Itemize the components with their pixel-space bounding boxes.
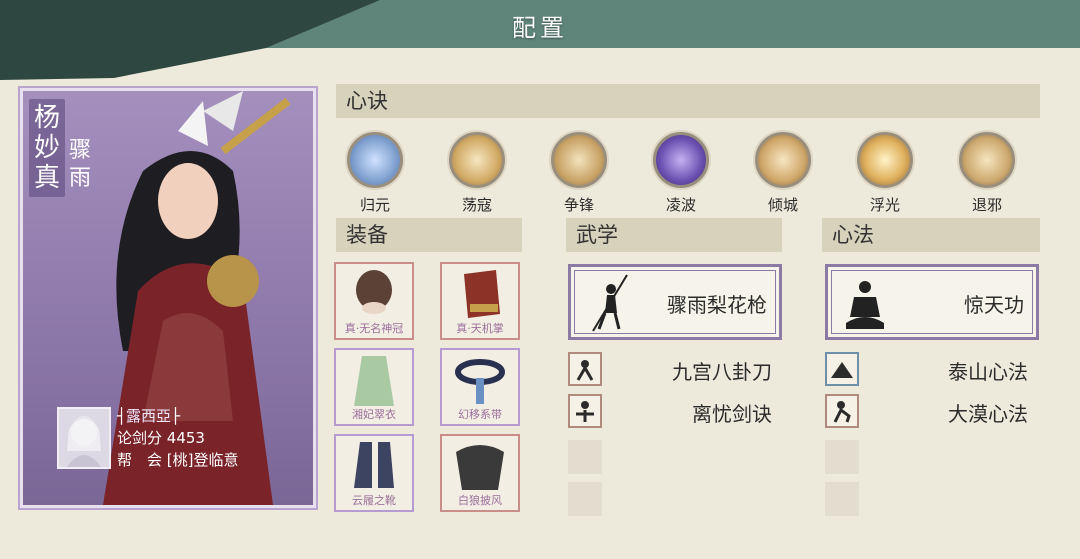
- skill-slot[interactable]: 凌波: [646, 132, 716, 215]
- character-name: 杨 妙 真: [29, 99, 65, 197]
- equipment-slot[interactable]: 真·天机掌: [440, 262, 520, 340]
- score-row: 论剑分 4453: [117, 427, 239, 449]
- gauntlet-icon: [464, 270, 500, 318]
- avatar-icon: [67, 416, 101, 467]
- empty-slot[interactable]: [825, 482, 859, 516]
- wuxue-item-label[interactable]: 离忧剑诀: [572, 398, 772, 427]
- empty-slot[interactable]: [568, 482, 602, 516]
- section-header-zhuangbei: 装备: [336, 218, 522, 252]
- section-header-xinfa: 心法: [822, 218, 1040, 252]
- xinfa-item-label[interactable]: 大漠心法: [828, 398, 1028, 427]
- maiden-icon: [755, 132, 811, 188]
- skill-label: 倾城: [767, 196, 798, 214]
- cloak-icon: [456, 445, 504, 490]
- equipment-label: 白狼披风: [458, 494, 502, 507]
- meditation-icon: [347, 132, 403, 188]
- guild-value: [桃]登临意: [166, 451, 239, 469]
- player-info: ┤露西亞├ 论剑分 4453 帮 会 [桃]登临意: [117, 405, 239, 471]
- equipment-label: 真·无名神冠: [344, 322, 404, 335]
- equipment-slot[interactable]: 幻移系带: [440, 348, 520, 426]
- skill-label: 凌波: [665, 196, 696, 214]
- skill-slot[interactable]: 退邪: [952, 132, 1022, 215]
- light-icon: [857, 132, 913, 188]
- empty-slot[interactable]: [568, 440, 602, 474]
- section-header-xinjue: 心诀: [336, 84, 1040, 118]
- equipment-slot[interactable]: 云履之靴: [334, 434, 414, 512]
- character-card[interactable]: 杨 妙 真 骤 雨 ┤露西亞├ 论剑分 4453 帮 会 [桃]登临意: [20, 88, 316, 508]
- dash-icon: [653, 132, 709, 188]
- spear-martial-icon: [592, 274, 628, 332]
- equipment-label: 湘妃翠衣: [352, 408, 396, 421]
- boots-icon: [354, 442, 394, 488]
- guild-row: 帮 会 [桃]登临意: [117, 449, 239, 471]
- score-label: 论剑分: [117, 429, 163, 447]
- skill-label: 争锋: [563, 196, 594, 214]
- fist-icon: [551, 132, 607, 188]
- player-name-row: ┤露西亞├: [117, 407, 181, 425]
- skill-label: 退邪: [971, 196, 1002, 214]
- xinfa-main-slot[interactable]: 惊天功: [825, 264, 1039, 340]
- skill-slot[interactable]: 荡寇: [442, 132, 512, 215]
- equipment-slot[interactable]: 白狼披风: [440, 434, 520, 512]
- wuxue-item-label[interactable]: 九宫八卦刀: [572, 356, 772, 385]
- player-name: 露西亞: [126, 407, 172, 425]
- xinfa-item-label[interactable]: 泰山心法: [828, 356, 1028, 385]
- skill-label: 归元: [359, 196, 390, 214]
- empty-slot[interactable]: [825, 440, 859, 474]
- meditating-figure-icon: [846, 281, 884, 329]
- equipment-label: 真·天机掌: [456, 322, 504, 335]
- equipment-slot[interactable]: 真·无名神冠: [334, 262, 414, 340]
- equipment-label: 幻移系带: [458, 408, 502, 421]
- swirl-icon: [449, 132, 505, 188]
- skill-slot[interactable]: 争锋: [544, 132, 614, 215]
- skill-label: 浮光: [869, 196, 900, 214]
- skill-slot[interactable]: 倾城: [748, 132, 818, 215]
- xinfa-main-label: 惊天功: [964, 293, 1024, 317]
- equipment-slot[interactable]: 湘妃翠衣: [334, 348, 414, 426]
- player-avatar[interactable]: [57, 407, 111, 469]
- robe-icon: [354, 356, 394, 406]
- crown-icon: [356, 270, 392, 314]
- character-title: 骤 雨: [68, 138, 91, 191]
- page-title: 配置: [512, 14, 568, 42]
- guild-label: 帮 会: [117, 451, 163, 469]
- belt-icon: [455, 359, 505, 404]
- equipment-label: 云履之靴: [352, 494, 396, 507]
- wuxue-main-slot[interactable]: 骤雨梨花枪: [568, 264, 782, 340]
- skill-slot[interactable]: 归元: [340, 132, 410, 215]
- skill-slot[interactable]: 浮光: [850, 132, 920, 215]
- wuxue-main-label: 骤雨梨花枪: [667, 293, 767, 317]
- score-value: 4453: [166, 429, 205, 447]
- section-header-wuxue: 武学: [566, 218, 782, 252]
- skill-label: 荡寇: [461, 196, 492, 214]
- gate-icon: [959, 132, 1015, 188]
